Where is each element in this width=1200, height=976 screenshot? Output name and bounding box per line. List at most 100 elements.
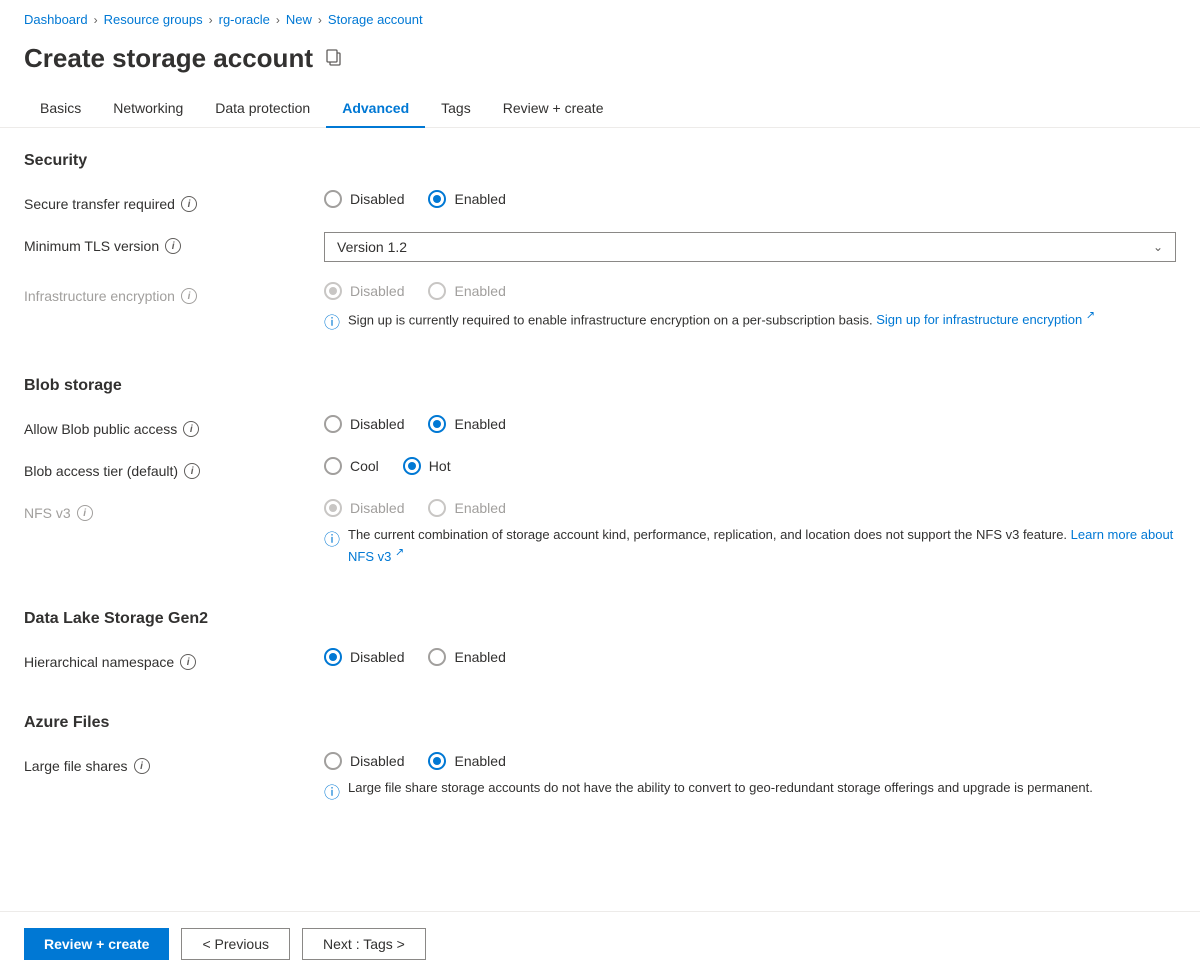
nfs-v3-label: NFS v3 i bbox=[24, 499, 324, 521]
large-file-shares-info-icon[interactable]: i bbox=[134, 758, 150, 774]
next-button[interactable]: Next : Tags > bbox=[302, 928, 426, 960]
data-lake-section-title: Data Lake Storage Gen2 bbox=[24, 610, 1176, 628]
hierarchical-namespace-radio-group: Disabled Enabled bbox=[324, 648, 1176, 666]
secure-transfer-enabled-circle bbox=[428, 190, 446, 208]
chevron-down-icon: ⌄ bbox=[1153, 240, 1163, 254]
large-file-shares-radio-group: Disabled Enabled bbox=[324, 752, 1176, 770]
hierarchical-disabled-circle bbox=[324, 648, 342, 666]
min-tls-value: Version 1.2 bbox=[337, 239, 407, 255]
tabs: Basics Networking Data protection Advanc… bbox=[0, 90, 1200, 128]
secure-transfer-disabled[interactable]: Disabled bbox=[324, 190, 404, 208]
hierarchical-namespace-info-icon[interactable]: i bbox=[180, 654, 196, 670]
azure-files-section: Azure Files Large file shares i Disabled bbox=[24, 714, 1176, 803]
external-link-icon: ↗ bbox=[1086, 310, 1095, 322]
nfs-external-link-icon: ↗ bbox=[395, 547, 404, 559]
review-create-button[interactable]: Review + create bbox=[24, 928, 169, 960]
min-tls-control: Version 1.2 ⌄ bbox=[324, 232, 1176, 262]
blob-access-tier-label: Blob access tier (default) i bbox=[24, 457, 324, 479]
page-title: Create storage account bbox=[24, 43, 313, 74]
blob-public-disabled-circle bbox=[324, 415, 342, 433]
large-file-shares-info-msg: ⓘ Large file share storage accounts do n… bbox=[324, 778, 1176, 803]
blob-access-tier-info-icon[interactable]: i bbox=[184, 463, 200, 479]
tab-networking[interactable]: Networking bbox=[97, 90, 199, 128]
large-file-shares-enabled[interactable]: Enabled bbox=[428, 752, 505, 770]
secure-transfer-row: Secure transfer required i Disabled Enab… bbox=[24, 190, 1176, 212]
footer: Review + create < Previous Next : Tags > bbox=[0, 911, 1200, 976]
copy-icon[interactable] bbox=[325, 48, 343, 69]
nfs-info-circle-icon: ⓘ bbox=[324, 526, 340, 550]
min-tls-info-icon[interactable]: i bbox=[165, 238, 181, 254]
nfs-v3-control: Disabled Enabled ⓘ The current combinati… bbox=[324, 499, 1176, 566]
secure-transfer-info-icon[interactable]: i bbox=[181, 196, 197, 212]
blob-storage-section-title: Blob storage bbox=[24, 377, 1176, 395]
secure-transfer-control: Disabled Enabled bbox=[324, 190, 1176, 208]
breadcrumb-resource-groups[interactable]: Resource groups bbox=[104, 12, 203, 27]
page-header: Create storage account bbox=[0, 35, 1200, 90]
blob-access-tier-cool[interactable]: Cool bbox=[324, 457, 379, 475]
tab-tags[interactable]: Tags bbox=[425, 90, 487, 128]
blob-public-access-info-icon[interactable]: i bbox=[183, 421, 199, 437]
infra-encryption-label: Infrastructure encryption i bbox=[24, 282, 324, 304]
blob-access-tier-hot[interactable]: Hot bbox=[403, 457, 451, 475]
blob-public-access-control: Disabled Enabled bbox=[324, 415, 1176, 433]
blob-access-tier-control: Cool Hot bbox=[324, 457, 1176, 475]
infra-encryption-enabled-circle bbox=[428, 282, 446, 300]
min-tls-label: Minimum TLS version i bbox=[24, 232, 324, 254]
hierarchical-namespace-row: Hierarchical namespace i Disabled Enable… bbox=[24, 648, 1176, 670]
tab-data-protection[interactable]: Data protection bbox=[199, 90, 326, 128]
blob-public-access-enabled[interactable]: Enabled bbox=[428, 415, 505, 433]
info-circle-icon: ⓘ bbox=[324, 309, 340, 333]
large-file-enabled-circle bbox=[428, 752, 446, 770]
content: Security Secure transfer required i Disa… bbox=[0, 128, 1200, 923]
infra-encryption-control: Disabled Enabled ⓘ Sign up is currently … bbox=[324, 282, 1176, 333]
secure-transfer-radio-group: Disabled Enabled bbox=[324, 190, 1176, 208]
breadcrumb: Dashboard › Resource groups › rg-oracle … bbox=[0, 0, 1200, 35]
nfs-v3-enabled[interactable]: Enabled bbox=[428, 499, 505, 517]
security-section-title: Security bbox=[24, 152, 1176, 170]
tab-basics[interactable]: Basics bbox=[24, 90, 97, 128]
breadcrumb-rg-oracle[interactable]: rg-oracle bbox=[219, 12, 270, 27]
breadcrumb-dashboard[interactable]: Dashboard bbox=[24, 12, 88, 27]
large-file-info-circle-icon: ⓘ bbox=[324, 779, 340, 803]
infra-encryption-radio-group: Disabled Enabled bbox=[324, 282, 1176, 300]
infra-encryption-info-icon[interactable]: i bbox=[181, 288, 197, 304]
blob-tier-cool-circle bbox=[324, 457, 342, 475]
blob-public-access-row: Allow Blob public access i Disabled Enab… bbox=[24, 415, 1176, 437]
infra-encryption-info-msg: ⓘ Sign up is currently required to enabl… bbox=[324, 308, 1176, 333]
min-tls-select[interactable]: Version 1.2 ⌄ bbox=[324, 232, 1176, 262]
large-file-shares-disabled[interactable]: Disabled bbox=[324, 752, 404, 770]
nfs-v3-info-icon[interactable]: i bbox=[77, 505, 93, 521]
nfs-v3-disabled-circle bbox=[324, 499, 342, 517]
secure-transfer-enabled[interactable]: Enabled bbox=[428, 190, 505, 208]
nfs-v3-disabled[interactable]: Disabled bbox=[324, 499, 404, 517]
blob-public-access-disabled[interactable]: Disabled bbox=[324, 415, 404, 433]
blob-public-enabled-circle bbox=[428, 415, 446, 433]
security-section: Security Secure transfer required i Disa… bbox=[24, 152, 1176, 333]
large-file-disabled-circle bbox=[324, 752, 342, 770]
large-file-shares-label: Large file shares i bbox=[24, 752, 324, 774]
azure-files-section-title: Azure Files bbox=[24, 714, 1176, 732]
large-file-shares-row: Large file shares i Disabled Enabled bbox=[24, 752, 1176, 803]
breadcrumb-storage-account: Storage account bbox=[328, 12, 423, 27]
min-tls-row: Minimum TLS version i Version 1.2 ⌄ bbox=[24, 232, 1176, 262]
blob-access-tier-radio-group: Cool Hot bbox=[324, 457, 1176, 475]
nfs-v3-row: NFS v3 i Disabled Enabled bbox=[24, 499, 1176, 566]
breadcrumb-new[interactable]: New bbox=[286, 12, 312, 27]
nfs-v3-enabled-circle bbox=[428, 499, 446, 517]
nfs-v3-radio-group: Disabled Enabled bbox=[324, 499, 1176, 517]
tab-review-create[interactable]: Review + create bbox=[487, 90, 620, 128]
tab-advanced[interactable]: Advanced bbox=[326, 90, 425, 128]
hierarchical-namespace-label: Hierarchical namespace i bbox=[24, 648, 324, 670]
hierarchical-namespace-enabled[interactable]: Enabled bbox=[428, 648, 505, 666]
infra-encryption-disabled[interactable]: Disabled bbox=[324, 282, 404, 300]
infra-encryption-row: Infrastructure encryption i Disabled Ena… bbox=[24, 282, 1176, 333]
infra-encryption-disabled-circle bbox=[324, 282, 342, 300]
hierarchical-namespace-disabled[interactable]: Disabled bbox=[324, 648, 404, 666]
hierarchical-namespace-control: Disabled Enabled bbox=[324, 648, 1176, 666]
nfs-v3-info-msg: ⓘ The current combination of storage acc… bbox=[324, 525, 1176, 566]
infra-encryption-enabled[interactable]: Enabled bbox=[428, 282, 505, 300]
hierarchical-enabled-circle bbox=[428, 648, 446, 666]
blob-tier-hot-circle bbox=[403, 457, 421, 475]
infra-encryption-signup-link[interactable]: Sign up for infrastructure encryption ↗ bbox=[876, 312, 1095, 327]
previous-button[interactable]: < Previous bbox=[181, 928, 290, 960]
